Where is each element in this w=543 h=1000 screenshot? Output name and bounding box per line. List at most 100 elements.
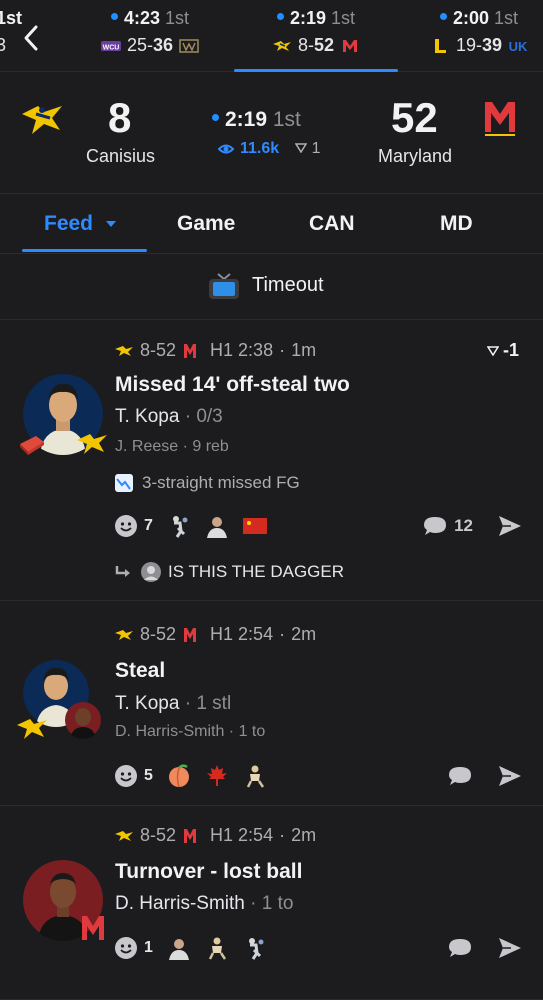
person-avatar-icon[interactable] [205,514,229,538]
play-period: H1 2:54 [210,825,274,845]
comment-count: 12 [454,516,473,535]
away-team-name[interactable]: Canisius [86,146,155,167]
player-line[interactable]: T. Kopa · 1 stl [115,693,231,715]
comment-icon [424,517,447,535]
comment-icon[interactable] [447,765,473,787]
ticker-game-2-away-score: 8 [297,35,308,55]
peach-icon[interactable] [167,764,191,788]
back-chevron-icon[interactable] [22,24,40,52]
tab-can[interactable]: CAN [309,212,355,236]
game-quarter: 1st [272,108,301,131]
smiley-icon[interactable] [114,936,138,960]
basketball-player-icon[interactable] [243,764,267,788]
play-age: 2m [291,825,317,845]
share-send-icon[interactable] [497,514,523,538]
reply-arrow-icon [115,566,130,577]
maryland-team-logo-icon[interactable] [482,98,518,138]
smiley-icon[interactable] [114,514,138,538]
user-avatar [141,562,161,582]
feed-card[interactable]: 8-52 H1 2:38 · 1m -1 Missed 14' off-stea… [0,320,543,601]
canisius-logo-icon [115,629,133,640]
ticker-game-1[interactable]: 4:23 1st WCU 25-36 [100,8,200,56]
play-meta: 8-52 H1 2:54 · 2m [114,825,316,846]
tab-md[interactable]: MD [440,212,473,236]
ticker-game-0-score: 3 [0,35,7,55]
maryland-logo-icon [184,627,197,642]
play-score: 8-52 [140,624,177,644]
ticker-game-1-time: 4:23 [123,8,160,28]
maryland-logo-icon [184,828,197,843]
person-avatar-icon[interactable] [167,936,191,960]
streak-note: 3-straight missed FG [114,473,300,493]
chevron-down-icon [105,221,116,228]
player-name: T. Kopa [115,693,180,714]
reaction-count: 1 [144,939,153,956]
home-team-name[interactable]: Maryland [378,146,452,167]
china-flag-icon[interactable] [242,514,267,538]
tip-delta[interactable]: -1 [486,340,519,361]
play-title: Steal [115,659,166,682]
player-stat: 1 to [261,893,294,914]
ticker-game-2[interactable]: 2:19 1st 8-52 [262,8,370,56]
canisius-logo-icon [17,719,47,739]
ticker-game-2-home-score: 52 [313,35,335,55]
brick-icon [20,436,44,455]
share-send-icon[interactable] [497,936,523,960]
reply-text: IS THIS THE DAGGER [168,562,345,581]
secondary-player-avatar[interactable] [64,701,102,739]
comment-icon[interactable] [447,937,473,959]
smiley-icon[interactable] [114,764,138,788]
canisius-logo-icon [115,345,133,356]
sub-player-line[interactable]: D. Harris-Smith · 1 to [115,723,265,741]
canisius-team-logo-icon[interactable] [20,100,66,140]
kentucky-logo-icon: UK [509,39,528,54]
basketball-player-icon[interactable] [167,514,191,538]
card-actions: 12 [422,514,523,538]
card-actions [447,936,523,960]
play-title: Missed 14' off-steal two [115,373,350,396]
wcu-logo-icon: WCU [100,40,121,51]
tip-count: 1 [311,140,321,157]
feed-card[interactable]: 8-52 H1 2:54 · 2m Steal T. Kopa · 1 stl … [0,601,543,806]
sub-player-name: J. Reese [115,438,179,455]
play-age: 2m [291,624,317,644]
play-age: 1m [291,340,317,360]
game-ticker: 1st 3 4:23 1st WCU 25-36 2:19 1st 8-52 2… [0,0,543,72]
game-clock: 2:19 1st [212,108,301,132]
scoreboard: 8 Canisius 2:19 1st 11.6k 1 52 Maryland [0,82,543,194]
ticker-game-3[interactable]: 2:00 1st 19-39 UK [420,8,538,56]
dunking-player-icon[interactable] [243,936,267,960]
live-dot-icon [439,12,447,20]
comment-button[interactable]: 12 [422,515,473,537]
trend-down-icon [115,474,133,492]
sub-player-name: D. Harris-Smith [115,723,225,740]
tab-feed-label: Feed [44,212,94,235]
tab-feed[interactable]: Feed [44,212,117,236]
viewer-count: 11.6k [240,140,280,157]
tip-icon [486,346,500,357]
reaction-row: 1 [114,936,267,960]
player-line[interactable]: D. Harris-Smith · 1 to [115,893,293,915]
player-line[interactable]: T. Kopa · 0/3 [115,406,223,428]
ticker-game-1-home-score: 36 [153,35,174,55]
ticker-game-3-home-score: 39 [482,35,503,55]
streak-text: 3-straight missed FG [142,473,300,492]
reply-preview[interactable]: IS THIS THE DAGGER [114,561,344,583]
canisius-logo-icon [272,40,291,51]
ticker-active-underline [234,69,398,72]
tab-active-underline [22,249,147,252]
game-clock-time: 2:19 [225,108,268,131]
ticker-game-3-away-score: 19 [455,35,476,55]
ticker-game-0[interactable]: 1st 3 [0,8,22,56]
share-send-icon[interactable] [497,764,523,788]
away-score: 8 [108,94,132,141]
eye-icon [218,144,234,154]
basketball-player-icon[interactable] [205,936,229,960]
play-meta: 8-52 H1 2:38 · 1m [114,340,316,361]
feed-card[interactable]: 8-52 H1 2:54 · 2m Turnover - lost ball D… [0,806,543,1000]
sub-player-line[interactable]: J. Reese · 9 reb [115,438,229,456]
maple-leaf-icon[interactable] [205,764,229,788]
timeout-row: Timeout [0,254,543,320]
tip-icon [294,143,308,154]
tab-game[interactable]: Game [177,212,235,236]
